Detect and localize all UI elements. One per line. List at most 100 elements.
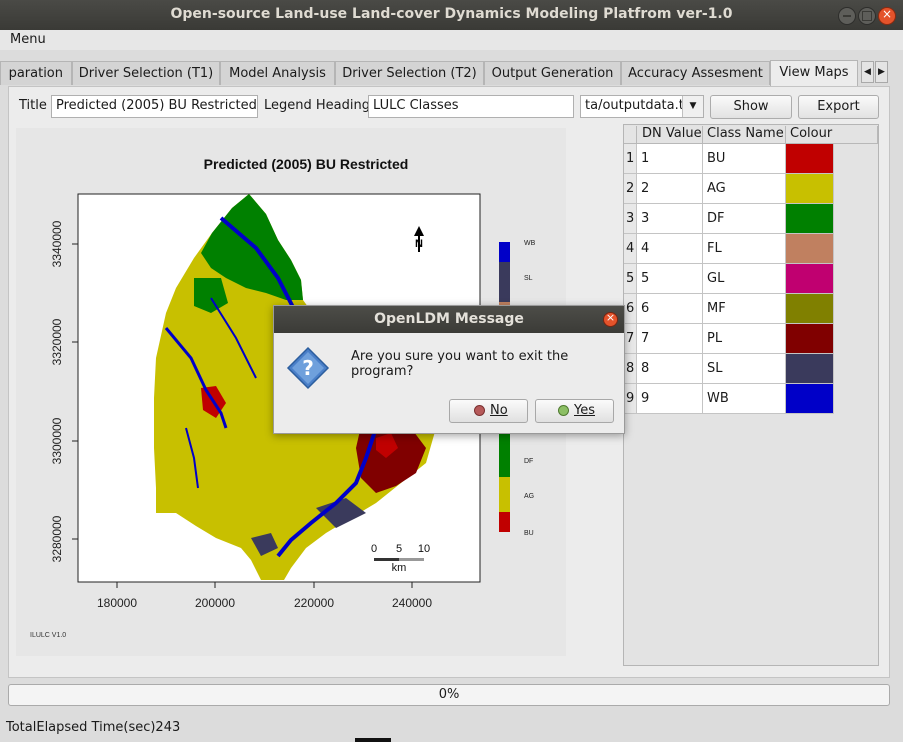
no-label: No bbox=[490, 403, 508, 418]
taskbar-fragment bbox=[355, 738, 391, 742]
legend-label: AG bbox=[524, 493, 534, 500]
arrow-right-icon: ▶ bbox=[878, 67, 885, 77]
table-row-number: 3 bbox=[624, 204, 637, 234]
maximize-button[interactable] bbox=[858, 7, 876, 25]
legend-heading-label: Legend Heading bbox=[264, 98, 370, 113]
table-cell-colour-swatch[interactable] bbox=[786, 384, 834, 414]
table-cell-colour-swatch[interactable] bbox=[786, 294, 834, 324]
chevron-down-icon: ▼ bbox=[682, 96, 703, 117]
table-cell-dn-value: 3 bbox=[637, 204, 703, 234]
y-tick-label: 3280000 bbox=[50, 515, 64, 562]
tab-driver-selection-t2[interactable]: Driver Selection (T2) bbox=[335, 61, 484, 85]
y-axis: 3340000 3320000 3300000 3280000 bbox=[50, 220, 78, 562]
menu-bar: Menu bbox=[0, 30, 903, 50]
scale-unit: km bbox=[392, 562, 407, 574]
table-cell-colour-swatch[interactable] bbox=[786, 144, 834, 174]
title-label: Title bbox=[19, 98, 47, 113]
export-button[interactable]: Export bbox=[798, 95, 879, 119]
menu-item-menu[interactable]: Menu bbox=[10, 32, 46, 47]
table-row-number: 4 bbox=[624, 234, 637, 264]
exit-confirm-dialog: OpenLDM Message × ? Are you sure you wan… bbox=[273, 305, 625, 434]
table-cell-colour-swatch[interactable] bbox=[786, 174, 834, 204]
table-cell-class-name: DF bbox=[703, 204, 786, 234]
no-button[interactable]: No bbox=[449, 399, 528, 423]
x-tick-label: 240000 bbox=[392, 596, 432, 610]
y-tick-label: 3300000 bbox=[50, 417, 64, 464]
scale-tick-label: 5 bbox=[396, 543, 402, 555]
table-row-number: 7 bbox=[624, 324, 637, 354]
arrow-left-icon: ◀ bbox=[864, 67, 871, 77]
map-title: Predicted (2005) BU Restricted bbox=[204, 156, 409, 172]
legend-heading-input[interactable]: LULC Classes bbox=[368, 95, 574, 118]
tab-scroll-right-button[interactable]: ▶ bbox=[875, 61, 888, 83]
no-icon bbox=[474, 405, 485, 416]
scale-tick-label: 10 bbox=[418, 543, 430, 555]
close-window-button[interactable]: × bbox=[878, 7, 896, 25]
table-header-class-name: Class Name bbox=[703, 126, 786, 144]
maximize-icon bbox=[862, 11, 872, 21]
legend-label: BU bbox=[524, 530, 534, 537]
table-cell-class-name: PL bbox=[703, 324, 786, 354]
tab-driver-selection-t1[interactable]: Driver Selection (T1) bbox=[72, 61, 220, 85]
table-cell-colour-swatch[interactable] bbox=[786, 234, 834, 264]
table-cell-dn-value: 2 bbox=[637, 174, 703, 204]
dialog-close-button[interactable]: × bbox=[603, 311, 618, 327]
table-cell-colour-swatch[interactable] bbox=[786, 354, 834, 384]
table-row-number: 8 bbox=[624, 354, 637, 384]
table-row-number: 6 bbox=[624, 294, 637, 324]
scale-tick-label: 0 bbox=[371, 543, 377, 555]
y-tick-label: 3320000 bbox=[50, 318, 64, 365]
yes-icon bbox=[558, 405, 569, 416]
file-select[interactable]: ta/outputdata.tif ▼ bbox=[580, 95, 704, 118]
dialog-message: Are you sure you want to exit the progra… bbox=[351, 349, 569, 379]
table-header-dn-value: DN Value bbox=[637, 126, 703, 144]
minimize-icon bbox=[843, 15, 851, 17]
table-cell-colour-swatch[interactable] bbox=[786, 264, 834, 294]
tab-scroll-left-button[interactable]: ◀ bbox=[861, 61, 874, 83]
table-cell-dn-value: 8 bbox=[637, 354, 703, 384]
map-credit: ILULC V1.0 bbox=[30, 632, 66, 639]
table-cell-dn-value: 1 bbox=[637, 144, 703, 174]
tab-accuracy-assesment[interactable]: Accuracy Assesment bbox=[621, 61, 770, 85]
y-tick-label: 3340000 bbox=[50, 220, 64, 267]
tab-view-maps[interactable]: View Maps bbox=[770, 60, 858, 86]
progress-text: 0% bbox=[438, 687, 460, 702]
tab-model-analysis[interactable]: Model Analysis bbox=[220, 61, 335, 85]
show-button[interactable]: Show bbox=[710, 95, 792, 119]
legend-label: WB bbox=[524, 240, 536, 247]
tab-bar: paration Driver Selection (T1) Model Ana… bbox=[0, 60, 903, 86]
close-icon: × bbox=[605, 311, 616, 324]
x-tick-label: 200000 bbox=[195, 596, 235, 610]
x-tick-label: 220000 bbox=[294, 596, 334, 610]
table-row-number: 5 bbox=[624, 264, 637, 294]
minimize-button[interactable] bbox=[838, 7, 856, 25]
tab-output-generation[interactable]: Output Generation bbox=[484, 61, 621, 85]
svg-text:?: ? bbox=[302, 356, 314, 380]
table-row-number: 2 bbox=[624, 174, 637, 204]
file-select-value: ta/outputdata.tif bbox=[585, 98, 693, 113]
table-cell-class-name: MF bbox=[703, 294, 786, 324]
table-cell-dn-value: 6 bbox=[637, 294, 703, 324]
yes-label: Yes bbox=[574, 403, 595, 418]
north-label: N bbox=[415, 238, 423, 250]
table-cell-class-name: SL bbox=[703, 354, 786, 384]
table-cell-dn-value: 5 bbox=[637, 264, 703, 294]
table-cell-class-name: BU bbox=[703, 144, 786, 174]
table-header-colour: Colour bbox=[786, 126, 878, 144]
window-title: Open-source Land-use Land-cover Dynamics… bbox=[170, 6, 733, 22]
legend-label: SL bbox=[524, 275, 533, 282]
table-row-number: 9 bbox=[624, 384, 637, 414]
close-icon: × bbox=[881, 7, 893, 21]
title-input[interactable]: Predicted (2005) BU Restricted bbox=[51, 95, 258, 118]
table-cell-colour-swatch[interactable] bbox=[786, 324, 834, 354]
table-cell-dn-value: 9 bbox=[637, 384, 703, 414]
legend-label: DF bbox=[524, 458, 533, 465]
table-cell-class-name: AG bbox=[703, 174, 786, 204]
dialog-title: OpenLDM Message bbox=[274, 306, 624, 333]
x-tick-label: 180000 bbox=[97, 596, 137, 610]
tab-data-preparation[interactable]: paration bbox=[0, 61, 72, 85]
table-header-rownum bbox=[624, 126, 637, 144]
yes-button[interactable]: Yes bbox=[535, 399, 614, 423]
table-cell-colour-swatch[interactable] bbox=[786, 204, 834, 234]
table-cell-dn-value: 4 bbox=[637, 234, 703, 264]
